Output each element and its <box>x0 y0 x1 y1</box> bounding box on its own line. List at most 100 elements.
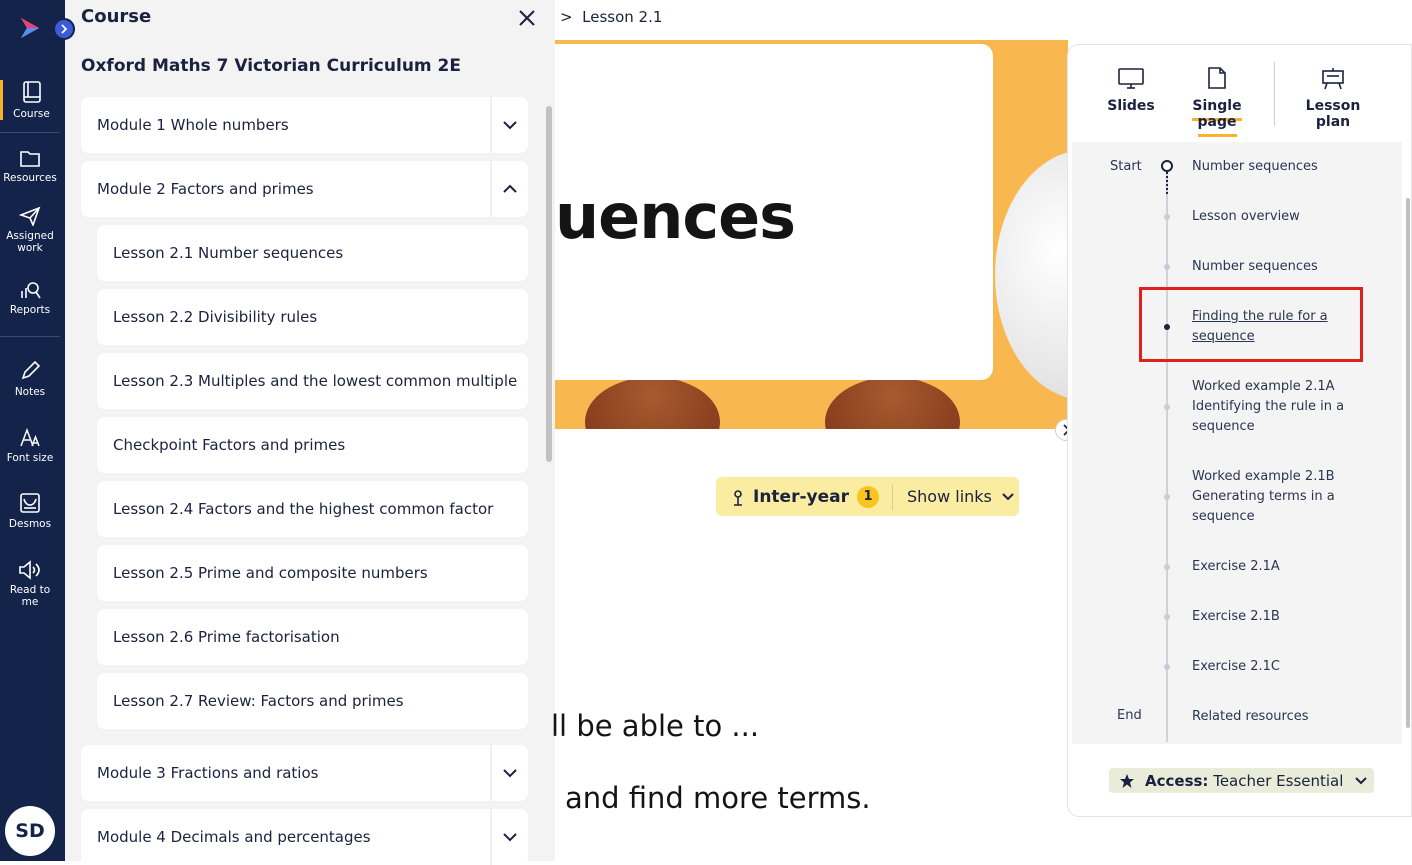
toc-item[interactable]: Worked example 2.1A Identifying the rule… <box>1192 377 1352 437</box>
monitor-icon <box>1118 68 1144 89</box>
module-item[interactable]: Module 1 Whole numbers <box>81 97 528 153</box>
easel-icon <box>1322 68 1344 90</box>
learning-intention: ll be able to ... <box>551 709 760 743</box>
module-label: Module 3 Fractions and ratios <box>97 764 319 782</box>
lesson-label: Lesson 2.2 Divisibility rules <box>113 308 318 326</box>
page-icon <box>1208 67 1226 89</box>
divider <box>0 336 60 337</box>
toc-item[interactable]: Number sequences <box>1192 157 1362 177</box>
panel-header: Course <box>65 0 555 38</box>
module-label: Module 1 Whole numbers <box>97 116 289 134</box>
chevron-down-icon <box>1355 776 1368 784</box>
toc-item[interactable]: Worked example 2.1B Generating terms in … <box>1192 467 1352 527</box>
collapse-toggle[interactable] <box>490 161 528 217</box>
collapse-rail-button[interactable] <box>53 18 75 40</box>
toc-scrollbar[interactable] <box>1404 168 1412 744</box>
toc-item[interactable]: Lesson overview <box>1192 207 1362 227</box>
expand-toggle[interactable] <box>490 809 528 865</box>
scroll-thumb[interactable] <box>546 106 552 462</box>
highlight-box <box>1139 287 1363 362</box>
count-badge: 1 <box>857 485 879 508</box>
rail-label: Reports <box>9 304 51 316</box>
access-badge[interactable]: Access: Teacher Essential <box>1109 768 1374 793</box>
divider <box>1274 62 1275 126</box>
chevron-down-icon <box>503 833 517 842</box>
speaker-icon <box>19 560 40 580</box>
rail-notes[interactable]: Notes <box>0 360 60 398</box>
tab-slides[interactable]: Slides <box>1104 66 1158 114</box>
toc-item[interactable]: Exercise 2.1A <box>1192 557 1362 577</box>
rail-label: Assigned <box>6 230 54 242</box>
rail-read-to-me[interactable]: Read to me <box>0 560 60 608</box>
rail-font-size[interactable]: Font size <box>0 428 60 464</box>
inter-year-label: Inter-year <box>753 486 849 507</box>
module-item[interactable]: Module 4 Decimals and percentages <box>81 809 528 865</box>
timeline-start-label: Start <box>1110 159 1142 174</box>
app-logo-icon[interactable] <box>19 16 41 40</box>
lesson-label: Lesson 2.6 Prime factorisation <box>113 628 340 646</box>
egg-illustration <box>825 377 960 429</box>
lesson-item[interactable]: Lesson 2.7 Review: Factors and primes <box>97 673 528 729</box>
egg-illustration <box>585 377 720 429</box>
toc-item[interactable]: Exercise 2.1C <box>1192 657 1362 677</box>
table-of-contents: Start Number sequences Lesson overview N… <box>1072 142 1402 744</box>
module-label: Module 4 Decimals and percentages <box>97 828 371 846</box>
lesson-item[interactable]: Lesson 2.3 Multiples and the lowest comm… <box>97 353 528 409</box>
timeline-dashes <box>1166 172 1168 194</box>
lesson-label: Lesson 2.3 Multiples and the lowest comm… <box>113 372 518 390</box>
star-icon <box>1120 773 1134 788</box>
expand-toggle[interactable] <box>490 97 528 153</box>
lesson-item[interactable]: Lesson 2.4 Factors and the highest commo… <box>97 481 528 537</box>
access-label: Access: <box>1145 771 1209 790</box>
course-name: Oxford Maths 7 Victorian Curriculum 2E <box>81 56 461 76</box>
access-value: Teacher Essential <box>1213 771 1344 790</box>
send-icon <box>19 206 41 226</box>
map-pin-icon <box>734 489 742 506</box>
breadcrumb: > Lesson 2.1 <box>560 8 662 26</box>
scroll-thumb[interactable] <box>1406 198 1410 728</box>
breadcrumb-current[interactable]: Lesson 2.1 <box>582 8 662 26</box>
left-rail: Course Resources Assigned work Reports N… <box>0 0 65 861</box>
lesson-label: Checkpoint Factors and primes <box>113 436 346 454</box>
lesson-item[interactable]: Lesson 2.5 Prime and composite numbers <box>97 545 528 601</box>
lesson-label: Lesson 2.4 Factors and the highest commo… <box>113 500 494 518</box>
chevron-down-icon <box>503 769 517 778</box>
divider <box>892 483 893 510</box>
font-size-icon <box>20 428 40 447</box>
toc-dot <box>1164 264 1170 270</box>
tab-lesson-plan[interactable]: Lesson plan <box>1290 66 1376 130</box>
expand-toggle[interactable] <box>490 745 528 801</box>
toc-dot <box>1164 664 1170 670</box>
reports-icon <box>21 282 41 299</box>
panel-scrollbar[interactable] <box>544 98 554 861</box>
toc-item[interactable]: Exercise 2.1B <box>1192 607 1362 627</box>
lesson-title: uences <box>555 180 796 253</box>
module-item[interactable]: Module 2 Factors and primes <box>81 161 528 217</box>
inter-year-links[interactable]: Inter-year 1 Show links <box>716 477 1019 516</box>
panel-title: Course <box>81 6 152 27</box>
lesson-item[interactable]: Checkpoint Factors and primes <box>97 417 528 473</box>
rail-assigned-work[interactable]: Assigned work <box>0 206 60 254</box>
toc-item[interactable]: Number sequences <box>1192 257 1362 277</box>
lesson-item[interactable]: Lesson 2.1 Number sequences <box>97 225 528 281</box>
rail-label: Font size <box>6 452 54 464</box>
avatar[interactable]: SD <box>5 806 55 856</box>
rail-label: Notes <box>14 386 46 398</box>
rail-reports[interactable]: Reports <box>0 280 60 316</box>
toc-item[interactable]: Related resources <box>1192 707 1362 727</box>
rail-resources[interactable]: Resources <box>0 148 60 184</box>
tab-single-page[interactable]: Single page <box>1174 66 1260 137</box>
module-item[interactable]: Module 3 Fractions and ratios <box>81 745 528 801</box>
toc-dot <box>1164 564 1170 570</box>
rail-desmos[interactable]: Desmos <box>0 492 60 530</box>
rail-label: Resources <box>3 172 57 184</box>
close-icon[interactable] <box>517 8 537 28</box>
chevron-down-icon[interactable] <box>1002 492 1014 501</box>
lesson-item[interactable]: Lesson 2.6 Prime factorisation <box>97 609 528 665</box>
desmos-icon <box>20 493 40 513</box>
show-links-button[interactable]: Show links <box>907 487 992 506</box>
lesson-item[interactable]: Lesson 2.2 Divisibility rules <box>97 289 528 345</box>
lesson-label: Lesson 2.5 Prime and composite numbers <box>113 564 428 582</box>
rail-course[interactable]: Course <box>0 80 60 120</box>
tab-label: Lesson plan <box>1305 98 1361 130</box>
